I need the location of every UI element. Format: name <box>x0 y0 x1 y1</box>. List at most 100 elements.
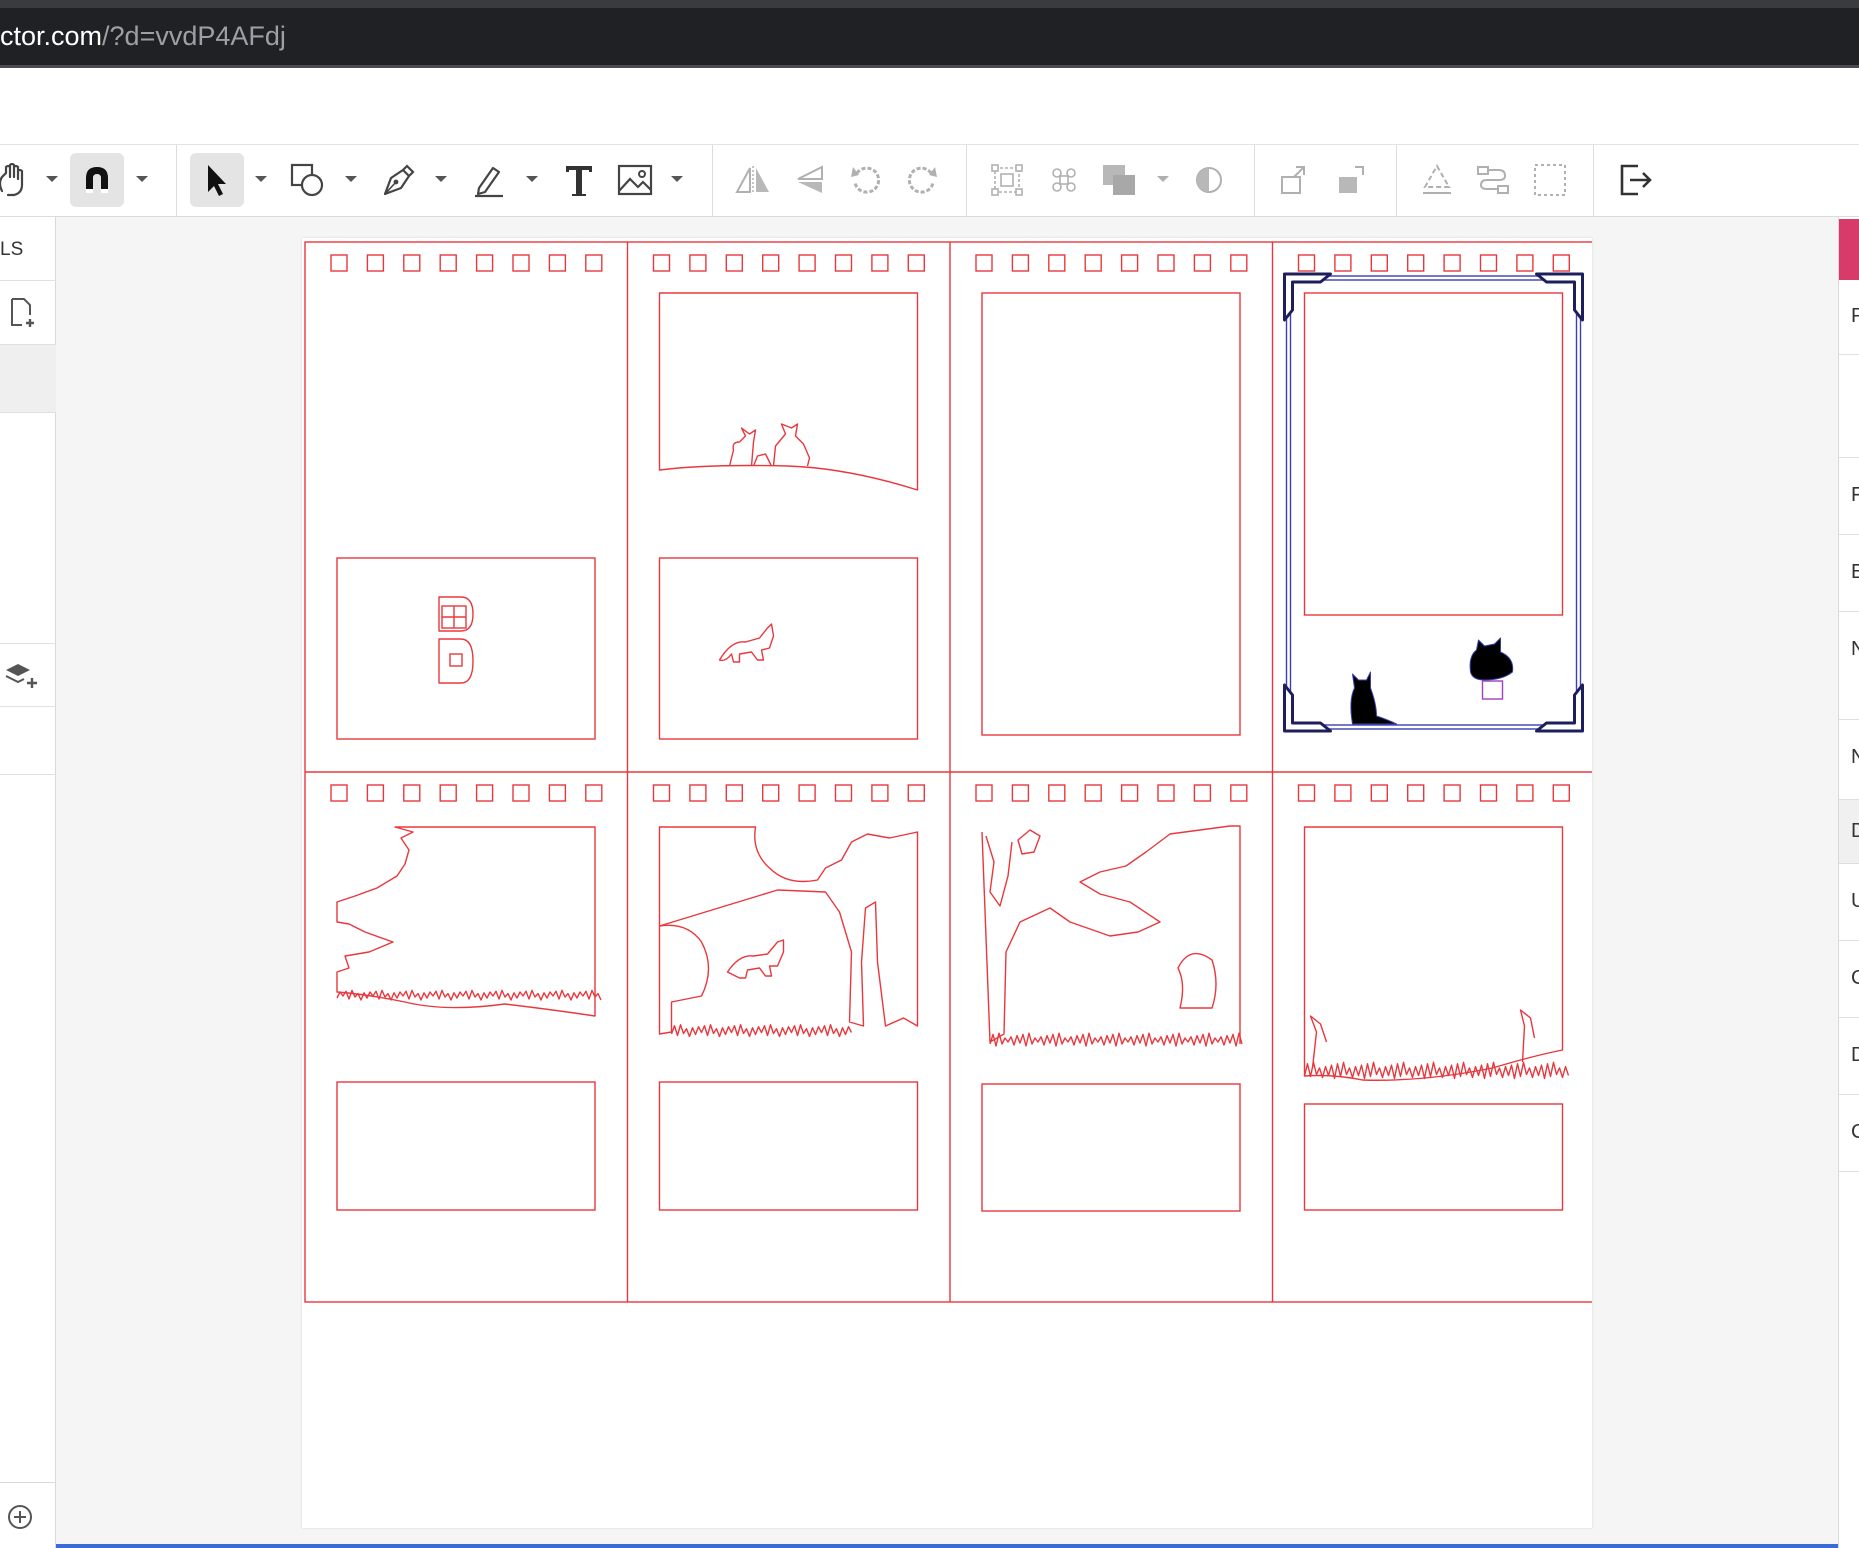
binding-hole[interactable] <box>975 254 993 272</box>
binding-hole[interactable] <box>403 254 421 272</box>
binding-hole[interactable] <box>1334 784 1352 802</box>
binding-hole[interactable] <box>403 784 421 802</box>
leaf-cluster-outline[interactable] <box>1017 829 1041 855</box>
fox-silhouette[interactable] <box>726 939 785 979</box>
text-tool-button[interactable] <box>556 153 602 207</box>
binding-hole[interactable] <box>585 784 603 802</box>
layer-row[interactable] <box>0 707 56 775</box>
right-panel-row-2[interactable]: E <box>1839 535 1859 612</box>
binding-hole[interactable] <box>1479 784 1498 802</box>
chevron-down-icon[interactable] <box>524 171 540 187</box>
chevron-down-icon[interactable] <box>343 171 359 187</box>
binding-hole[interactable] <box>1370 254 1389 272</box>
binding-hole[interactable] <box>1120 784 1139 802</box>
binding-hole[interactable] <box>585 254 603 272</box>
right-panel-row-6[interactable]: U <box>1839 864 1859 941</box>
shape-tool-button[interactable] <box>284 153 330 207</box>
binding-hole[interactable] <box>1157 254 1175 272</box>
photo-corner[interactable] <box>1283 272 1332 322</box>
binding-hole[interactable] <box>1443 254 1461 272</box>
caption-window-cutout[interactable] <box>336 1081 596 1211</box>
right-panel-row-9[interactable]: C <box>1839 1095 1859 1172</box>
binding-hole[interactable] <box>907 254 925 272</box>
binding-hole[interactable] <box>1048 784 1066 802</box>
add-layer-icon[interactable] <box>4 660 40 692</box>
design-svg[interactable] <box>302 238 1596 1528</box>
caption-window-cutout[interactable] <box>981 1083 1241 1212</box>
binding-hole[interactable] <box>330 784 348 802</box>
binding-hole[interactable] <box>1230 784 1248 802</box>
binding-hole[interactable] <box>798 784 816 802</box>
right-panel-section-header[interactable]: D <box>1839 800 1859 864</box>
door-cutout[interactable] <box>438 596 474 684</box>
binding-hole[interactable] <box>366 784 385 802</box>
grass-edge[interactable] <box>1303 1061 1570 1080</box>
binding-hole[interactable] <box>548 784 567 802</box>
flip-horizontal-button[interactable] <box>730 153 776 207</box>
page-thumbnail[interactable] <box>0 345 56 413</box>
binding-hole[interactable] <box>512 784 530 802</box>
pen-tool-button[interactable] <box>376 153 422 207</box>
photo-corner[interactable] <box>1283 683 1332 733</box>
grass-edge[interactable] <box>989 1032 1243 1047</box>
binding-hole[interactable] <box>1406 254 1425 272</box>
binding-hole[interactable] <box>652 254 671 272</box>
binding-hole[interactable] <box>1516 784 1534 802</box>
url-text[interactable]: ctor.com/?d=vvdP4AFdj <box>0 18 286 54</box>
window-cutout[interactable] <box>336 557 596 740</box>
cat-stand-cutout[interactable] <box>1481 680 1504 700</box>
add-page-icon[interactable] <box>8 297 38 329</box>
binding-hole[interactable] <box>548 254 567 272</box>
add-page-row[interactable] <box>0 281 56 345</box>
hand-tool-button[interactable] <box>0 153 30 207</box>
tree-branch-outline[interactable] <box>985 835 1013 907</box>
binding-hole[interactable] <box>689 254 707 272</box>
deer-family-silhouette[interactable] <box>728 423 811 467</box>
binding-hole[interactable] <box>1406 784 1425 802</box>
binding-hole[interactable] <box>1084 784 1102 802</box>
binding-hole[interactable] <box>689 784 707 802</box>
export-button[interactable] <box>1612 153 1660 207</box>
chevron-down-icon[interactable] <box>44 171 60 187</box>
chevron-down-icon[interactable] <box>253 171 269 187</box>
path-button[interactable] <box>1470 153 1516 207</box>
binding-hole[interactable] <box>1193 784 1212 802</box>
photo-corner[interactable] <box>1535 272 1584 322</box>
tall-window-cutout[interactable] <box>981 292 1241 736</box>
selection-inner-box[interactable] <box>1289 279 1578 726</box>
bush-cloud-outline[interactable] <box>336 826 596 1017</box>
binding-hole[interactable] <box>475 254 494 272</box>
right-panel-row-4[interactable]: N <box>1839 720 1859 800</box>
binding-hole[interactable] <box>1370 784 1389 802</box>
flip-vertical-button[interactable] <box>788 153 834 207</box>
grass-edge[interactable] <box>670 1024 853 1038</box>
right-panel-row-8[interactable]: D <box>1839 1018 1859 1095</box>
forest-scene-outline[interactable] <box>981 825 1241 1044</box>
binding-hole[interactable] <box>1334 254 1352 272</box>
add-circle-icon[interactable] <box>6 1503 34 1531</box>
chevron-down-icon[interactable] <box>433 171 449 187</box>
binding-hole[interactable] <box>1193 254 1212 272</box>
wildflower-right[interactable] <box>1519 1009 1536 1063</box>
binding-hole[interactable] <box>1297 254 1316 272</box>
ungroup-button[interactable] <box>1041 153 1087 207</box>
photo-window-cutout[interactable] <box>1303 292 1564 616</box>
binding-hole[interactable] <box>1230 254 1248 272</box>
selection-bounding-box[interactable] <box>1285 275 1582 730</box>
binding-hole[interactable] <box>1011 784 1030 802</box>
chevron-down-icon[interactable] <box>1155 171 1171 187</box>
binding-hole[interactable] <box>1011 254 1030 272</box>
bush-silhouette[interactable] <box>658 924 710 1035</box>
right-panel-row-0[interactable]: P <box>1839 280 1859 355</box>
binding-hole[interactable] <box>1157 784 1175 802</box>
photo-corner[interactable] <box>1535 683 1584 733</box>
binding-hole[interactable] <box>330 254 348 272</box>
right-panel-row-7[interactable]: C <box>1839 941 1859 1018</box>
forest-scene-cutout[interactable] <box>658 292 919 491</box>
binding-hole[interactable] <box>1084 254 1102 272</box>
recycle-button[interactable] <box>1414 153 1460 207</box>
rotate-right-button[interactable] <box>899 153 945 207</box>
binding-hole[interactable] <box>725 784 743 802</box>
snap-magnet-button[interactable] <box>70 153 124 207</box>
binding-hole[interactable] <box>512 254 530 272</box>
